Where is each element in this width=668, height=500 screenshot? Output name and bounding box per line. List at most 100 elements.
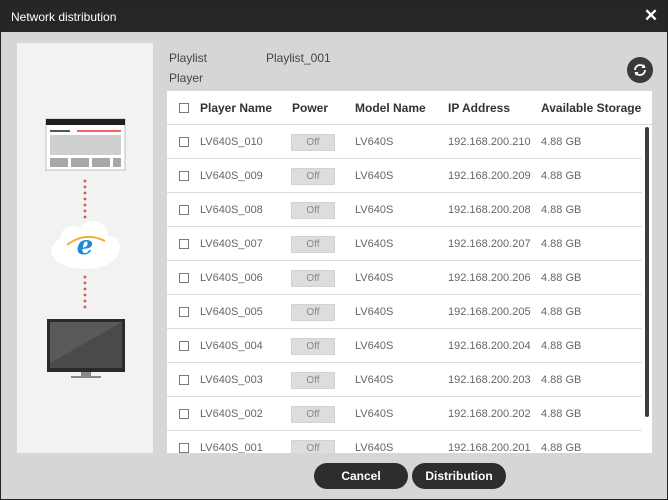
storage-cell: 4.88 GB xyxy=(541,136,582,148)
power-button[interactable]: Off xyxy=(291,406,335,423)
row-checkbox[interactable] xyxy=(179,375,189,385)
storage-cell: 4.88 GB xyxy=(541,340,582,352)
row-checkbox[interactable] xyxy=(179,137,189,147)
row-checkbox[interactable] xyxy=(179,443,189,453)
player-name-cell: LV640S_005 xyxy=(200,306,263,318)
table-row[interactable]: LV640S_008 Off LV640S 192.168.200.208 4.88 G… xyxy=(167,193,642,227)
model-name-cell: LV640S xyxy=(355,306,394,318)
player-name-cell: LV640S_009 xyxy=(200,170,263,182)
player-name-cell: LV640S_004 xyxy=(200,340,263,352)
table-row[interactable]: LV640S_005 Off LV640S 192.168.200.205 4.88 G… xyxy=(167,295,642,329)
row-checkbox[interactable] xyxy=(179,171,189,181)
model-name-cell: LV640S xyxy=(355,374,394,386)
player-label: Player xyxy=(169,71,204,85)
header-player-name: Player Name xyxy=(200,101,273,115)
table-scrollbar[interactable] xyxy=(645,127,649,417)
row-checkbox[interactable] xyxy=(179,341,189,351)
power-button[interactable]: Off xyxy=(291,202,335,219)
model-name-cell: LV640S xyxy=(355,238,394,250)
table-header: Player Name Power Model Name IP Address … xyxy=(167,91,652,125)
player-name-cell: LV640S_001 xyxy=(200,442,263,453)
table-row[interactable]: LV640S_009 Off LV640S 192.168.200.209 4.88 G… xyxy=(167,159,642,193)
power-button[interactable]: Off xyxy=(291,440,335,453)
model-name-cell: LV640S xyxy=(355,136,394,148)
row-checkbox[interactable] xyxy=(179,409,189,419)
player-selection-panel: Playlist Playlist_001 Player Player Name… xyxy=(167,43,653,453)
storage-cell: 4.88 GB xyxy=(541,374,582,386)
model-name-cell: LV640S xyxy=(355,408,394,420)
row-checkbox[interactable] xyxy=(179,307,189,317)
power-button[interactable]: Off xyxy=(291,338,335,355)
ip-address-cell: 192.168.200.209 xyxy=(448,170,531,182)
table-row[interactable]: LV640S_002 Off LV640S 192.168.200.202 4.88 G… xyxy=(167,397,642,431)
model-name-cell: LV640S xyxy=(355,340,394,352)
table-row[interactable]: LV640S_007 Off LV640S 192.168.200.207 4.88 G… xyxy=(167,227,642,261)
ip-address-cell: 192.168.200.207 xyxy=(448,238,531,250)
table-row[interactable]: LV640S_001 Off LV640S 192.168.200.201 4.88 G… xyxy=(167,431,642,453)
title-bar: Network distribution ✕ xyxy=(1,1,667,32)
ip-address-cell: 192.168.200.205 xyxy=(448,306,531,318)
table-body: LV640S_010 Off LV640S 192.168.200.210 4.88 G… xyxy=(167,125,652,453)
ip-address-cell: 192.168.200.203 xyxy=(448,374,531,386)
storage-cell: 4.88 GB xyxy=(541,272,582,284)
player-name-cell: LV640S_003 xyxy=(200,374,263,386)
close-icon[interactable]: ✕ xyxy=(643,7,659,25)
model-name-cell: LV640S xyxy=(355,272,394,284)
model-name-cell: LV640S xyxy=(355,442,394,453)
ip-address-cell: 192.168.200.204 xyxy=(448,340,531,352)
player-table: Player Name Power Model Name IP Address … xyxy=(167,91,652,453)
table-row[interactable]: LV640S_003 Off LV640S 192.168.200.203 4.88 G… xyxy=(167,363,642,397)
table-row[interactable]: LV640S_004 Off LV640S 192.168.200.204 4.88 G… xyxy=(167,329,642,363)
storage-cell: 4.88 GB xyxy=(541,408,582,420)
network-distribution-dialog: Network distribution ✕ e Playlist Playli… xyxy=(0,0,668,500)
ip-address-cell: 192.168.200.206 xyxy=(448,272,531,284)
select-all-checkbox[interactable] xyxy=(179,103,189,113)
player-name-cell: LV640S_002 xyxy=(200,408,263,420)
connection-dots-lower xyxy=(83,275,87,309)
ip-address-cell: 192.168.200.210 xyxy=(448,136,531,148)
svg-text:e: e xyxy=(77,231,94,261)
webpage-icon xyxy=(45,118,126,171)
header-available-storage: Available Storage xyxy=(541,101,642,115)
header-ip-address: IP Address xyxy=(448,101,511,115)
model-name-cell: LV640S xyxy=(355,170,394,182)
row-checkbox[interactable] xyxy=(179,205,189,215)
storage-cell: 4.88 GB xyxy=(541,442,582,453)
storage-cell: 4.88 GB xyxy=(541,306,582,318)
playlist-label: Playlist xyxy=(169,51,208,65)
storage-cell: 4.88 GB xyxy=(541,204,582,216)
internet-explorer-icon: e xyxy=(51,221,120,269)
storage-cell: 4.88 GB xyxy=(541,170,582,182)
connection-dots-upper xyxy=(83,179,87,219)
power-button[interactable]: Off xyxy=(291,372,335,389)
storage-cell: 4.88 GB xyxy=(541,238,582,250)
row-checkbox[interactable] xyxy=(179,239,189,249)
power-button[interactable]: Off xyxy=(291,168,335,185)
player-name-cell: LV640S_006 xyxy=(200,272,263,284)
distribution-info: Playlist Playlist_001 Player xyxy=(169,43,653,91)
power-button[interactable]: Off xyxy=(291,236,335,253)
dialog-title: Network distribution xyxy=(11,10,117,24)
header-model-name: Model Name xyxy=(355,101,426,115)
player-name-cell: LV640S_007 xyxy=(200,238,263,250)
ip-address-cell: 192.168.200.208 xyxy=(448,204,531,216)
power-button[interactable]: Off xyxy=(291,134,335,151)
monitor-icon xyxy=(47,319,125,378)
player-name-cell: LV640S_008 xyxy=(200,204,263,216)
row-checkbox[interactable] xyxy=(179,273,189,283)
header-power: Power xyxy=(292,101,329,115)
table-row[interactable]: LV640S_010 Off LV640S 192.168.200.210 4.88 G… xyxy=(167,125,642,159)
player-name-cell: LV640S_010 xyxy=(200,136,263,148)
distribution-illustration: e xyxy=(17,43,153,453)
cancel-button[interactable]: Cancel xyxy=(314,463,408,489)
power-button[interactable]: Off xyxy=(291,270,335,287)
refresh-icon[interactable] xyxy=(627,57,653,83)
playlist-value: Playlist_001 xyxy=(266,51,331,65)
model-name-cell: LV640S xyxy=(355,204,394,216)
power-button[interactable]: Off xyxy=(291,304,335,321)
ip-address-cell: 192.168.200.201 xyxy=(448,442,531,453)
table-row[interactable]: LV640S_006 Off LV640S 192.168.200.206 4.88 G… xyxy=(167,261,642,295)
ip-address-cell: 192.168.200.202 xyxy=(448,408,531,420)
distribution-button[interactable]: Distribution xyxy=(412,463,506,489)
network-diagram: e xyxy=(45,118,126,378)
